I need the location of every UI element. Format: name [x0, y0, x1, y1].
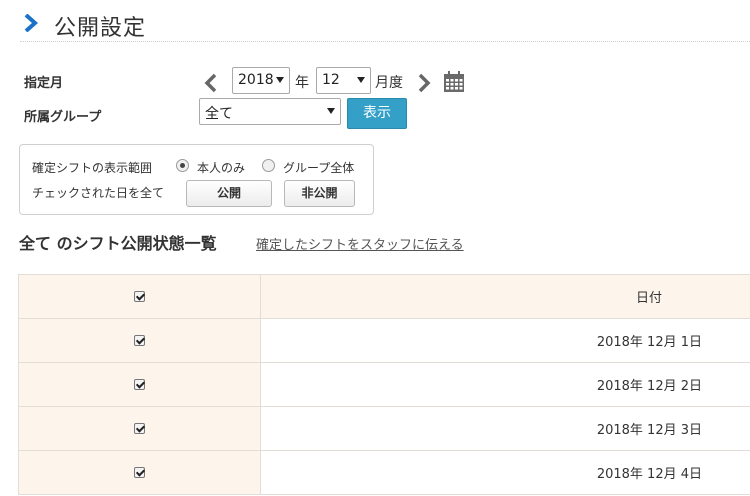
display-range-label: 確定シフトの表示範囲: [32, 161, 153, 175]
year-select-value: 2018: [238, 72, 274, 88]
radio-self-only-label[interactable]: 本人のみ: [197, 159, 245, 176]
radio-whole-group[interactable]: [262, 159, 275, 172]
select-all-checkbox[interactable]: [134, 291, 145, 302]
group-label: 所属グループ: [24, 110, 102, 125]
calendar-icon[interactable]: [443, 71, 465, 93]
row-checkbox[interactable]: [134, 467, 145, 478]
unpublish-button[interactable]: 非公開: [284, 180, 355, 207]
row-checkbox[interactable]: [134, 423, 145, 434]
year-select[interactable]: 2018: [232, 67, 290, 94]
table-row: 2018年 12月 1日: [18, 318, 750, 363]
table-row: 2018年 12月 4日: [18, 450, 750, 495]
row-date: 2018年 12月 4日: [260, 450, 750, 495]
month-unit: 月度: [375, 75, 403, 91]
row-date: 2018年 12月 2日: [260, 362, 750, 407]
publish-button[interactable]: 公開: [186, 180, 272, 207]
show-button[interactable]: 表示: [347, 98, 407, 129]
prev-month-chevron-left-icon[interactable]: [203, 73, 219, 93]
notify-staff-link[interactable]: 確定したシフトをスタッフに伝える: [256, 234, 464, 253]
caret-down-icon: [327, 108, 335, 114]
page-title: 公開設定: [54, 16, 147, 41]
caret-down-icon: [357, 77, 365, 83]
row-checkbox-cell: [18, 450, 261, 495]
select-all-cell: [18, 274, 261, 319]
table-row: 2018年 12月 3日: [18, 406, 750, 451]
date-column-header: 日付: [260, 274, 750, 319]
month-select[interactable]: 12: [316, 67, 371, 94]
group-select-value: 全て: [205, 106, 233, 122]
page-header: 公開設定: [20, 8, 750, 42]
table-row: 2018年 12月 2日: [18, 362, 750, 407]
list-title: 全て のシフト公開状態一覧: [19, 234, 217, 253]
row-date: 2018年 12月 1日: [260, 318, 750, 363]
row-checkbox[interactable]: [134, 335, 145, 346]
row-checkbox-cell: [18, 406, 261, 451]
table-header-row: 日付: [18, 274, 750, 319]
row-checkbox-cell: [18, 362, 261, 407]
group-select[interactable]: 全て: [199, 98, 341, 125]
checked-days-label: チェックされた日を全て: [32, 186, 165, 200]
chevron-right-icon: [24, 14, 38, 32]
row-checkbox[interactable]: [134, 379, 145, 390]
next-month-chevron-right-icon[interactable]: [416, 73, 432, 93]
month-label: 指定月: [24, 76, 64, 91]
row-date: 2018年 12月 3日: [260, 406, 750, 451]
row-checkbox-cell: [18, 318, 261, 363]
radio-whole-group-label[interactable]: グループ全体: [283, 159, 354, 176]
shift-publish-table: 日付 2018年 12月 1日 2018年 12月 2日 2018年 12月 3…: [18, 274, 750, 495]
radio-self-only[interactable]: [176, 159, 189, 172]
year-unit: 年: [295, 75, 309, 91]
month-select-value: 12: [322, 72, 340, 88]
caret-down-icon: [276, 77, 284, 83]
display-range-panel: 確定シフトの表示範囲 本人のみ グループ全体 チェックされた日を全て 公開 非公…: [19, 144, 374, 215]
